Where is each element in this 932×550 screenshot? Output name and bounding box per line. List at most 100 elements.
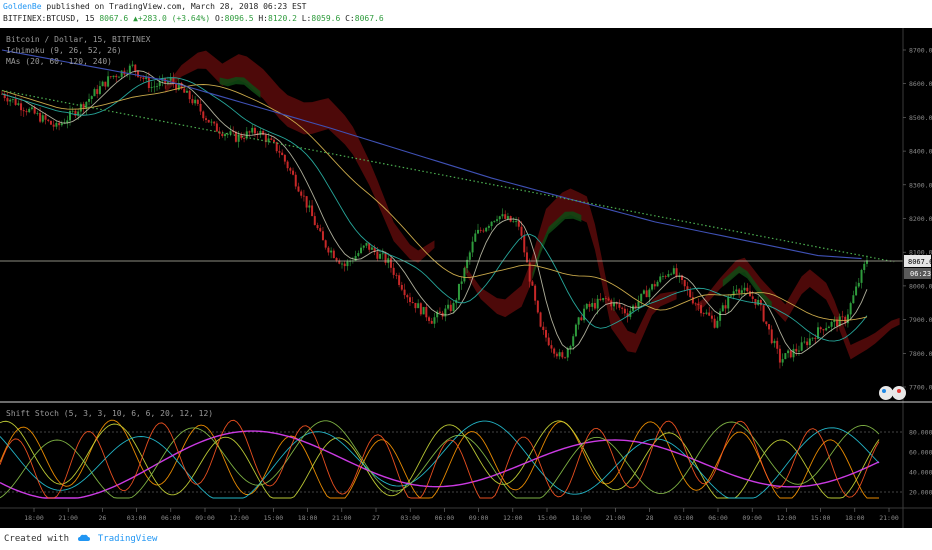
candle-body [852,295,855,304]
candle-body [273,139,275,143]
countdown-label: 06:23 [910,270,931,278]
candle-body [169,77,172,81]
time-tick-label: 27 [372,514,380,522]
candle-body [814,337,817,339]
ma-60-line [1,77,868,342]
time-tick-label: 09:00 [469,514,489,522]
candle-body [30,107,33,109]
candle-body [411,302,414,303]
time-tick-label: 21:00 [606,514,626,522]
candle-body [185,90,188,93]
candle-body [134,64,137,72]
low-label: L: [301,14,312,23]
low-value: 8059.6 [311,14,341,23]
candle-body [58,122,61,126]
candle-body [746,287,749,292]
candle-body [787,350,790,354]
candle-body [360,247,363,254]
candle-body [691,297,694,304]
candle-body [387,258,390,263]
candle-body [142,77,145,80]
price-change: +283.0 (+3.64%) [137,14,211,23]
candle-body [640,293,643,302]
candle-body [762,305,765,322]
candle-body [357,253,360,256]
candle-body [721,305,724,312]
chart-svg[interactable]: Bitcoin / Dollar, 15, BITFINEX Ichimoku … [0,28,932,528]
candle-body [343,263,346,267]
last-price: 8067.6 [99,14,129,23]
time-tick-label: 12:00 [777,514,797,522]
candle-body [564,357,567,359]
time-tick-label: 21:00 [332,514,352,522]
candle-body [433,317,436,324]
candle-body [770,329,773,344]
candle-body [664,276,667,277]
stoch-lines [0,419,903,499]
open-value: 8096.5 [224,14,254,23]
candle-body [656,281,659,287]
candle-body [112,75,115,78]
last-price-tag-label: 8067.6 [908,258,932,266]
open-label: O: [214,14,225,23]
candle-body [384,253,387,263]
candle-body [642,290,645,294]
candle-body [468,252,471,260]
time-axis[interactable]: 18:00 21:00 26 03:00 06:00 09:00 12:00 15:00 18:… [24,508,899,522]
stoch-axis[interactable]: 80.0000 60.0000 40.0000 20.0000 [909,429,932,497]
candle-body [104,81,107,87]
ma-20-line [1,70,868,355]
candle-body [308,205,311,208]
candle-body [806,341,809,346]
footer-created: Created with [4,534,70,544]
candle-body [754,298,757,305]
candle-body [825,328,828,331]
candle-body [74,110,77,116]
candle-body [471,241,474,253]
candle-body [710,315,713,319]
candle-body [14,98,17,105]
time-tick-label: 15:00 [264,514,284,522]
candle-body [25,111,28,113]
candle-body [243,138,246,139]
candle-body [330,250,333,253]
stoch-tick-label: 40.0000 [909,469,932,477]
candle-body [422,306,425,315]
candle-body [224,134,227,137]
candle-body [863,263,866,270]
candle-body [278,151,281,153]
time-tick-label: 12:00 [229,514,249,522]
candle-body [398,275,401,285]
ma-240-line [1,49,862,260]
cloud-segment-0 [165,50,435,263]
price-axis[interactable]: 8700.08600.08500.08400.08300.08200.08100… [903,47,932,392]
candle-body [566,348,569,358]
time-tick-label: 18:00 [298,514,318,522]
candle-body [392,267,395,275]
time-tick-label: 06:00 [435,514,455,522]
candle-body [803,341,806,343]
candle-body [515,221,518,222]
candle-body [346,261,349,267]
candle-body [47,119,50,121]
candle-body [311,205,314,217]
candle-body [137,71,139,77]
time-tick-label: 03:00 [400,514,420,522]
candle-body [205,118,207,120]
candle-body [580,317,583,321]
chart-canvas[interactable]: Bitcoin / Dollar, 15, BITFINEX Ichimoku … [0,28,932,528]
candle-body [553,348,556,354]
candle-body [765,321,768,325]
author-link[interactable]: GoldenBe [3,2,42,11]
candle-body [370,247,373,250]
candle-body [506,216,509,219]
candle-body [417,303,420,309]
chart-controls-icon[interactable] [879,386,906,400]
candle-body [558,352,561,357]
candle-body [41,115,44,122]
candle-body [229,131,232,134]
candle-body [341,263,343,265]
candle-body [419,303,422,315]
footer-brand-link[interactable]: TradingView [98,534,158,544]
candle-body [713,318,716,328]
